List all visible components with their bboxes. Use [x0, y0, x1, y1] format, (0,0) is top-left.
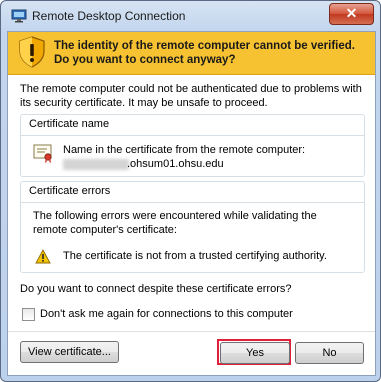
certificate-name-group: Certificate name Name in the certificate… — [20, 114, 365, 177]
footer-divider — [8, 331, 375, 332]
shield-warning-icon — [19, 36, 45, 68]
certificate-errors-label: Certificate errors — [27, 185, 113, 197]
remote-desktop-icon — [11, 9, 27, 23]
group-divider — [21, 135, 364, 136]
yes-button[interactable]: Yes — [220, 342, 290, 364]
dont-ask-again-checkbox[interactable] — [22, 308, 35, 321]
certificate-name-text: Name in the certificate from the remote … — [63, 144, 306, 156]
dont-ask-again-label[interactable]: Don't ask me again for connections to th… — [40, 308, 293, 320]
certificate-errors-intro: The following errors were encountered wh… — [33, 210, 317, 236]
certificate-errors-group: Certificate errors The following errors … — [20, 181, 365, 273]
group-divider — [21, 202, 364, 203]
no-button[interactable]: No — [295, 342, 364, 364]
warning-triangle-icon — [35, 249, 51, 264]
dialog-content: The identity of the remote computer cann… — [7, 31, 376, 376]
warning-banner: The identity of the remote computer cann… — [8, 32, 375, 75]
certificate-error-item: The certificate is not from a trusted ce… — [63, 250, 327, 262]
dialog-window: Remote Desktop Connection ✕ The identity… — [0, 0, 381, 382]
certificate-hostname: .ohsum01.ohsu.edu — [127, 158, 224, 170]
title-bar[interactable]: Remote Desktop Connection ✕ — [1, 1, 380, 31]
redacted-hostname — [63, 159, 129, 170]
view-certificate-button[interactable]: View certificate... — [20, 341, 119, 363]
connect-question: Do you want to connect despite these cer… — [20, 283, 292, 295]
certificate-icon — [33, 144, 52, 163]
certificate-name-label: Certificate name — [27, 118, 112, 130]
intro-text: The remote computer could not be authent… — [20, 83, 362, 109]
close-button[interactable]: ✕ — [329, 3, 374, 25]
warning-headline: The identity of the remote computer cann… — [54, 40, 355, 66]
close-icon: ✕ — [345, 5, 358, 21]
window-title: Remote Desktop Connection — [32, 9, 186, 23]
